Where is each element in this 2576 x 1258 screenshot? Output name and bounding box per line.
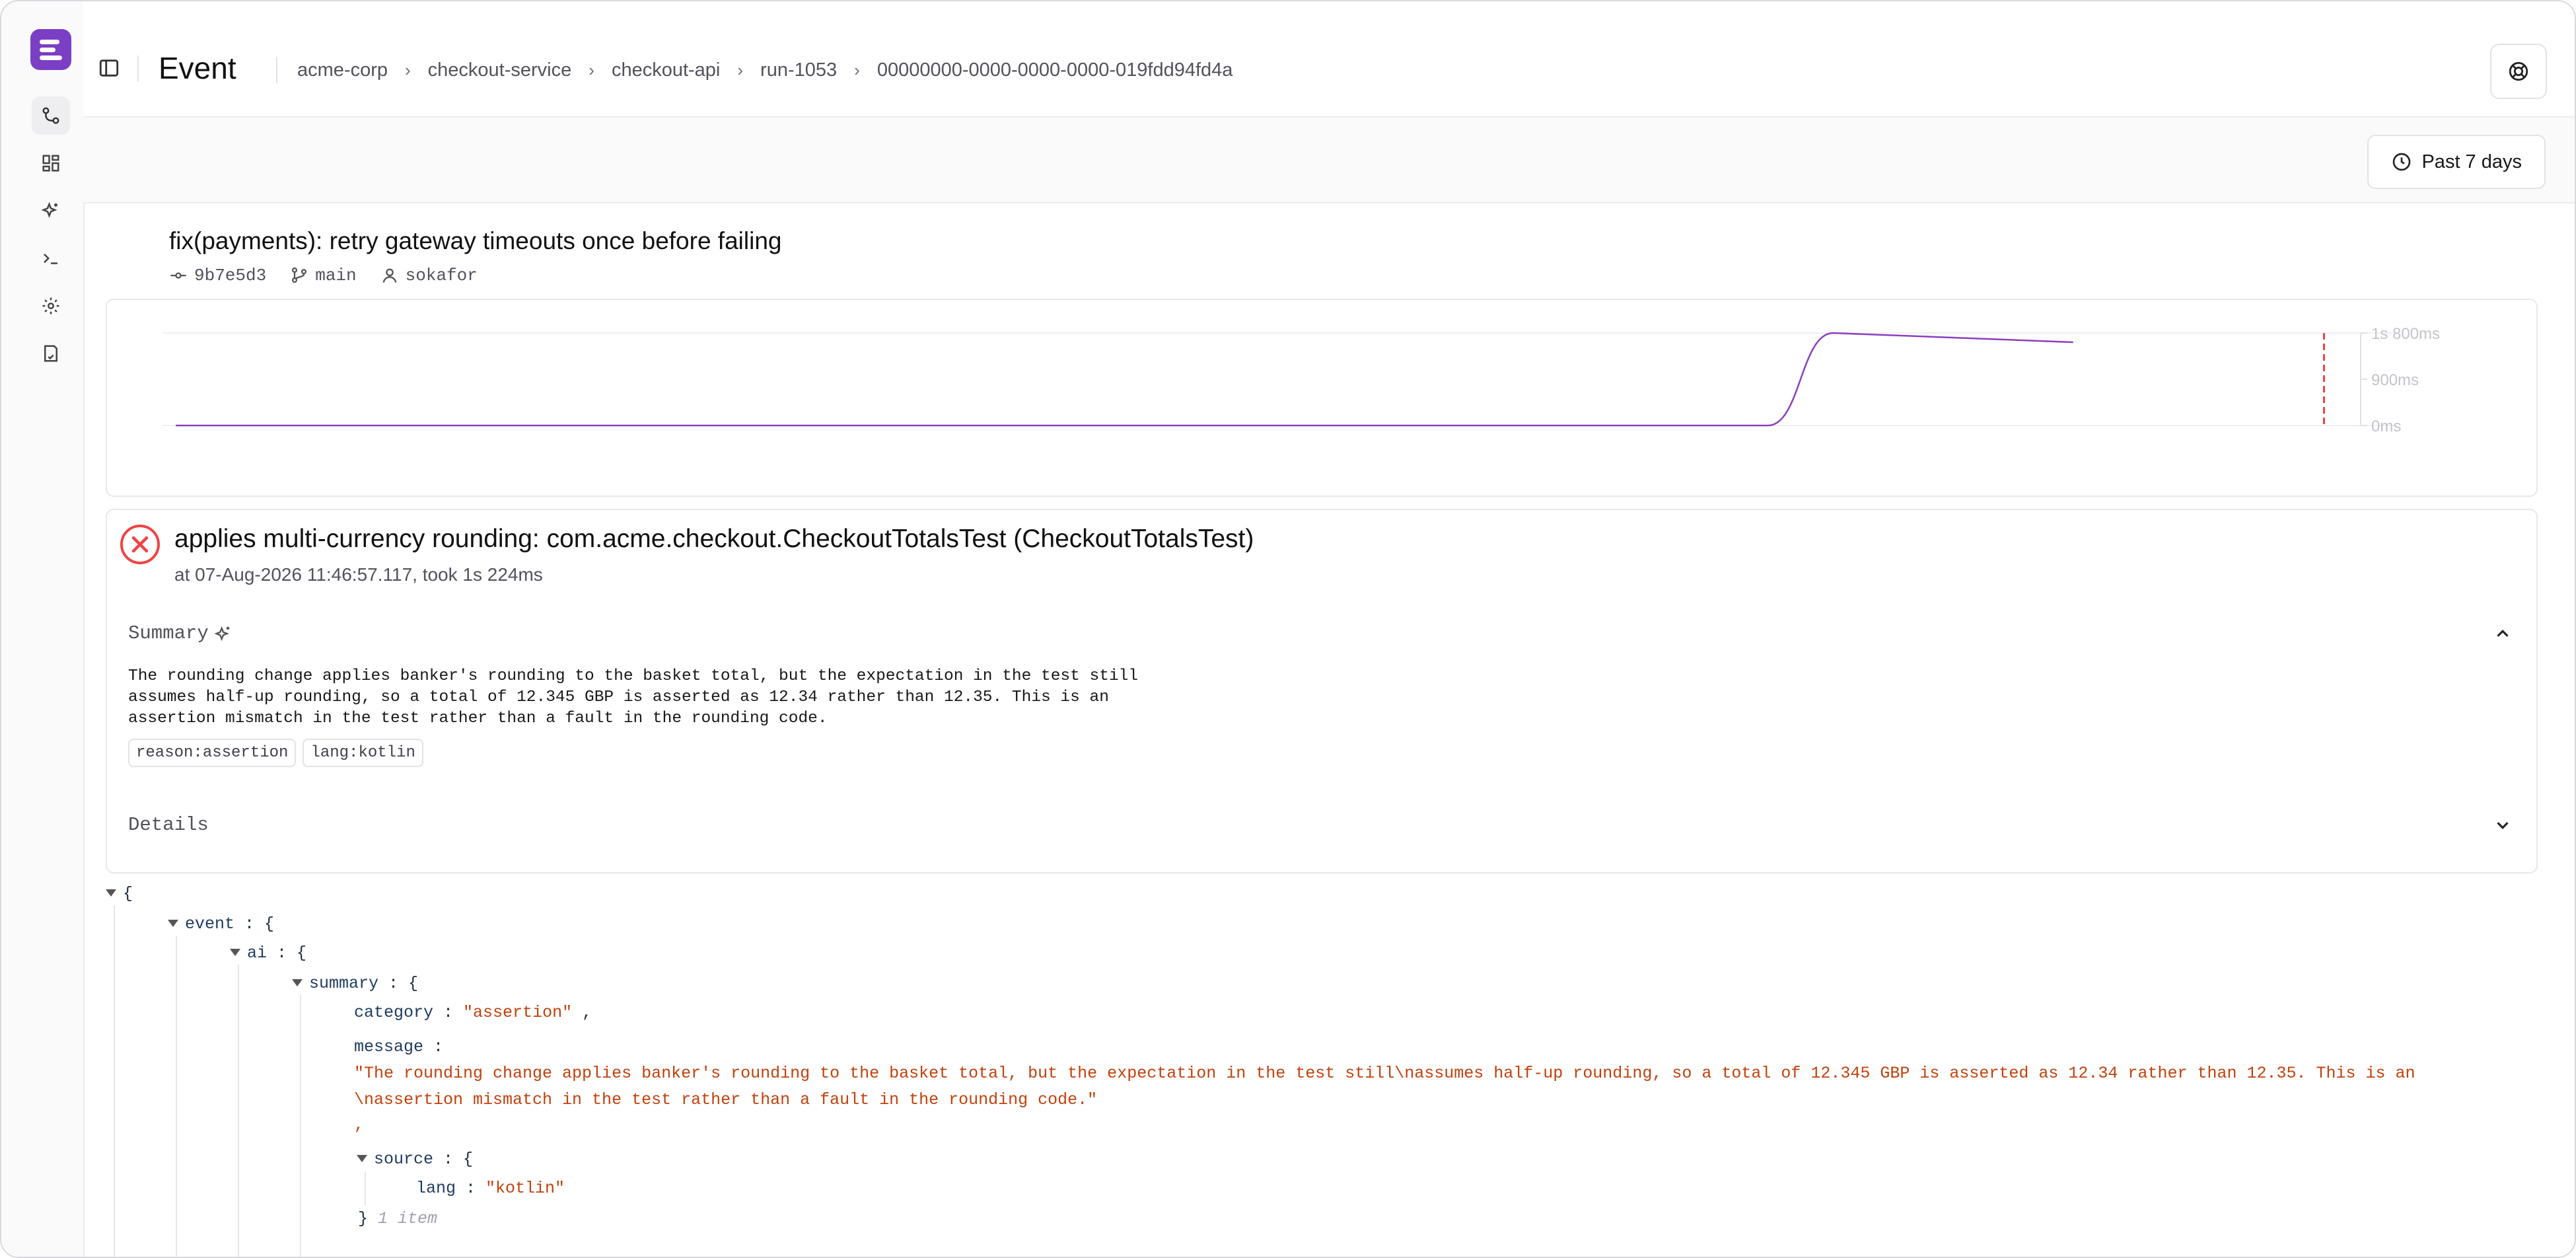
chevron-up-icon[interactable] [2493,624,2513,644]
commit-message: fix(payments): retry gateway timeouts on… [169,227,782,254]
page-title: Event [159,51,236,85]
header-divider [137,56,139,82]
commit-author[interactable]: sokafor [380,266,478,285]
expand-triangle-icon[interactable] [106,889,116,897]
nav-item-insights[interactable] [32,192,70,230]
document-icon [44,345,57,362]
expand-triangle-icon[interactable] [168,920,178,927]
y-tick-label: 1s 800ms [2371,325,2440,343]
event-timestamp: at 07-Aug-2026 11:46:57.117, took 1s 224… [174,564,543,585]
json-comma: , [354,1115,365,1134]
lifebuoy-icon [2509,61,2528,81]
filter-toolbar: Past 7 days [83,118,2575,204]
summary-text: The rounding change applies banker's rou… [128,667,1139,727]
details-header[interactable]: Details [128,814,209,836]
summary-header[interactable]: Summary [128,622,233,644]
nav-item-docs[interactable] [32,334,70,373]
expand-triangle-icon[interactable] [292,979,303,986]
time-range-label: Past 7 days [2421,151,2522,172]
breadcrumb-run[interactable]: run-1053 [760,59,837,81]
page-header: Event acme-corp › checkout-service › che… [83,1,2575,118]
commit-branch[interactable]: main [290,266,357,285]
chevron-right-icon: › [405,59,411,80]
json-field-message-line2[interactable]: \nassertion mismatch in the test rather … [354,1090,1097,1109]
chevron-down-icon[interactable] [2493,815,2513,835]
json-node-source[interactable]: source : { [357,1150,473,1169]
tag-list: reason:assertion lang:kotlin [128,739,423,767]
y-tick-label: 0ms [2371,418,2401,435]
json-node-summary[interactable]: summary : { [292,974,418,993]
expand-triangle-icon[interactable] [357,1155,367,1162]
json-close-source: } 1 item [358,1209,438,1228]
sparkles-icon [214,626,230,641]
gear-icon [42,297,59,314]
support-button[interactable] [2490,44,2547,99]
chevron-right-icon: › [737,59,744,80]
sidebar-toggle-icon[interactable] [98,57,120,79]
json-field-message-line1[interactable]: "The rounding change applies banker's ro… [354,1064,2415,1083]
json-field-lang[interactable]: lang : "kotlin" [416,1179,565,1198]
app-logo[interactable] [30,29,71,70]
breadcrumb-service[interactable]: checkout-service [428,59,572,81]
grid-icon [42,155,59,172]
nav-item-runs[interactable] [32,96,70,135]
git-commit-icon [42,107,59,124]
json-node-ai[interactable]: ai : { [230,944,306,963]
commit-icon [170,272,186,279]
json-root[interactable]: { [106,884,133,903]
nav-item-dashboards[interactable] [32,144,70,182]
user-icon [382,268,397,283]
breadcrumb-event-id[interactable]: 00000000-0000-0000-0000-019fdd94fd4a [877,59,1233,81]
commit-sha[interactable]: 9b7e5d3 [169,266,266,285]
nav-item-terminal[interactable] [32,239,70,278]
chevron-right-icon: › [854,59,860,80]
expand-triangle-icon[interactable] [230,949,240,956]
sparkles-icon [41,202,57,218]
error-circle-icon [120,525,160,564]
terminal-icon [44,253,57,264]
nav-item-settings[interactable] [32,287,70,325]
y-tick-label: 900ms [2371,371,2419,389]
duration-chart-card: 1s 800ms 900ms 0ms [106,299,2538,497]
commit-meta: 9b7e5d3 main sokafor [169,266,478,285]
tag-reason[interactable]: reason:assertion [128,739,297,767]
app-window: Event acme-corp › checkout-service › che… [0,0,2576,1258]
branch-icon [292,267,307,283]
breadcrumb-suite[interactable]: checkout-api [612,59,720,81]
nav-rail [1,1,85,1257]
chevron-right-icon: › [589,59,594,80]
clock-icon [2393,153,2411,171]
breadcrumb-org[interactable]: acme-corp [297,59,388,81]
json-node-event[interactable]: event : { [168,914,274,934]
event-title: applies multi-currency rounding: com.acm… [174,525,1254,553]
event-card: applies multi-currency rounding: com.acm… [106,509,2538,873]
json-field-category[interactable]: category : "assertion" , [354,1003,592,1022]
tag-lang[interactable]: lang:kotlin [303,739,423,767]
json-field-message-key: message : [354,1037,444,1056]
duration-chart[interactable]: 1s 800ms 900ms 0ms [107,300,2536,496]
breadcrumb: acme-corp › checkout-service › checkout-… [276,57,1233,83]
series-line [176,332,2073,427]
time-range-button[interactable]: Past 7 days [2367,135,2546,189]
